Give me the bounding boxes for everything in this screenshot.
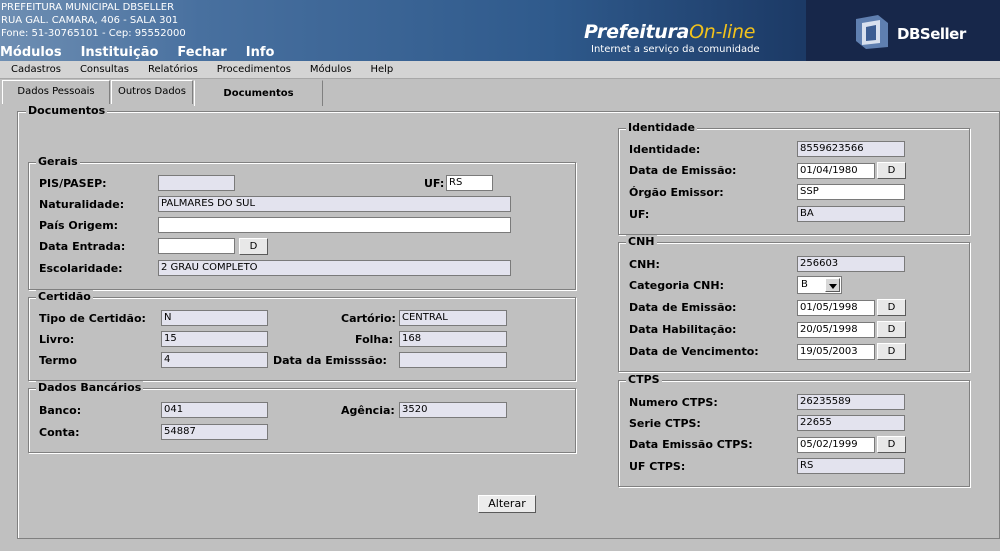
data-vencimento-date-button[interactable]: D (877, 343, 906, 360)
uf-field[interactable]: RS (446, 175, 493, 191)
menu-help[interactable]: Help (370, 64, 393, 75)
uf-ctps-field[interactable]: RS (797, 458, 905, 474)
menu-bar: Cadastros Consultas Relatórios Procedime… (0, 61, 1000, 79)
categoria-cnh-value: B (801, 279, 808, 290)
data-habilitacao-date-button[interactable]: D (877, 321, 906, 338)
uf-label: UF: (424, 177, 445, 190)
dbseller-brand: DBSeller (897, 25, 966, 43)
menu-procedimentos[interactable]: Procedimentos (217, 64, 291, 75)
identidade-data-emissao-date-button[interactable]: D (877, 162, 906, 179)
top-menu: Módulos Instituição Fechar Info (0, 45, 293, 60)
banco-label: Banco: (39, 404, 82, 417)
termo-field[interactable]: 4 (161, 352, 268, 368)
menu-consultas[interactable]: Consultas (80, 64, 129, 75)
data-emissao-ctps-date-button[interactable]: D (877, 436, 906, 453)
menu-cadastros[interactable]: Cadastros (11, 64, 61, 75)
serie-ctps-field[interactable]: 22655 (797, 415, 905, 431)
cnh-label: CNH: (629, 258, 660, 271)
cnh-data-emissao-label: Data de Emissão: (629, 301, 737, 314)
top-menu-fechar[interactable]: Fechar (177, 45, 226, 60)
identidade-data-emissao-field[interactable]: 01/04/1980 (797, 163, 875, 179)
data-emissao-certidao-label: Data da Emisssão: (273, 354, 387, 367)
identidade-data-emissao-label: Data de Emissão: (629, 164, 737, 177)
app-header: PREFEITURA MUNICIPAL DBSELLER RUA GAL. C… (0, 0, 1000, 61)
cnh-field[interactable]: 256603 (797, 256, 905, 272)
identidade-uf-field[interactable]: BA (797, 206, 905, 222)
gerais-title: Gerais (36, 155, 80, 168)
pis-label: PIS/PASEP: (39, 177, 107, 190)
tab-outros-dados[interactable]: Outros Dados (111, 80, 193, 104)
categoria-cnh-select[interactable]: B (797, 276, 842, 294)
pais-origem-label: País Origem: (39, 219, 119, 232)
prefeitura-online-logo: PrefeituraOn-line (584, 21, 756, 43)
tab-strip: Dados Pessoais Outros Dados Documentos (0, 80, 1000, 106)
cnh-data-emissao-field[interactable]: 01/05/1998 (797, 300, 875, 316)
org-name: PREFEITURA MUNICIPAL DBSELLER (1, 2, 175, 13)
data-entrada-label: Data Entrada: (39, 240, 126, 253)
uf-ctps-label: UF CTPS: (629, 460, 686, 473)
cartorio-field[interactable]: CENTRAL (399, 310, 507, 326)
panel-title: Documentos (26, 104, 108, 117)
data-vencimento-label: Data de Vencimento: (629, 345, 759, 358)
identidade-field[interactable]: 8559623566 (797, 141, 905, 157)
naturalidade-field[interactable]: PALMARES DO SUL (158, 196, 511, 212)
orgao-emissor-label: Órgão Emissor: (629, 186, 724, 199)
address-line: RUA GAL. CAMARA, 406 - SALA 301 (1, 15, 179, 26)
data-habilitacao-label: Data Habilitação: (629, 323, 737, 336)
tipo-certidao-field[interactable]: N (161, 310, 268, 326)
data-vencimento-field[interactable]: 19/05/2003 (797, 344, 875, 360)
top-menu-modulos[interactable]: Módulos (0, 45, 62, 60)
numero-ctps-label: Numero CTPS: (629, 396, 718, 409)
phone-line: Fone: 51-30765101 - Cep: 95552000 (1, 28, 186, 39)
identidade-uf-label: UF: (629, 208, 650, 221)
dados-bancarios-group (28, 388, 576, 453)
cartorio-label: Cartório: (341, 312, 396, 325)
menu-relatorios[interactable]: Relatórios (148, 64, 198, 75)
tipo-certidao-label: Tipo de Certidão: (39, 312, 146, 325)
data-emissao-ctps-label: Data Emissão CTPS: (629, 438, 753, 451)
dbseller-logo-icon (856, 15, 888, 49)
top-menu-instituicao[interactable]: Instituição (81, 45, 159, 60)
folha-label: Folha: (355, 333, 394, 346)
institution-address: PREFEITURA MUNICIPAL DBSELLER RUA GAL. C… (1, 1, 186, 40)
data-habilitacao-field[interactable]: 20/05/1998 (797, 322, 875, 338)
identidade-label: Identidade: (629, 143, 701, 156)
agencia-field[interactable]: 3520 (399, 402, 507, 418)
top-menu-info[interactable]: Info (246, 45, 275, 60)
tab-dados-pessoais[interactable]: Dados Pessoais (2, 80, 110, 104)
cnh-title: CNH (626, 235, 657, 248)
pais-origem-field[interactable] (158, 217, 511, 233)
chevron-down-icon[interactable] (825, 278, 840, 292)
dados-bancarios-title: Dados Bancários (36, 381, 144, 394)
folha-field[interactable]: 168 (399, 331, 507, 347)
categoria-cnh-label: Categoria CNH: (629, 279, 724, 292)
escolaridade-label: Escolaridade: (39, 262, 123, 275)
livro-field[interactable]: 15 (161, 331, 268, 347)
orgao-emissor-field[interactable]: SSP (797, 184, 905, 200)
tab-documentos[interactable]: Documentos (194, 80, 323, 106)
conta-label: Conta: (39, 426, 80, 439)
cnh-data-emissao-date-button[interactable]: D (877, 299, 906, 316)
serie-ctps-label: Serie CTPS: (629, 417, 701, 430)
data-emissao-certidao-field[interactable] (399, 352, 507, 368)
conta-field[interactable]: 54887 (161, 424, 268, 440)
identidade-title: Identidade (626, 121, 697, 134)
menu-modulos[interactable]: Módulos (310, 64, 352, 75)
escolaridade-field[interactable]: 2 GRAU COMPLETO (158, 260, 511, 276)
pis-field[interactable] (158, 175, 235, 191)
numero-ctps-field[interactable]: 26235589 (797, 394, 905, 410)
agencia-label: Agência: (341, 404, 395, 417)
ctps-title: CTPS (626, 373, 662, 386)
logo-tagline: Internet a serviço da comunidade (591, 44, 760, 55)
termo-label: Termo (39, 354, 77, 367)
alterar-button[interactable]: Alterar (478, 495, 536, 513)
naturalidade-label: Naturalidade: (39, 198, 125, 211)
banco-field[interactable]: 041 (161, 402, 268, 418)
data-emissao-ctps-field[interactable]: 05/02/1999 (797, 437, 875, 453)
certidao-title: Certidão (36, 290, 93, 303)
data-entrada-date-button[interactable]: D (239, 238, 268, 255)
livro-label: Livro: (39, 333, 75, 346)
data-entrada-field[interactable] (158, 238, 235, 254)
